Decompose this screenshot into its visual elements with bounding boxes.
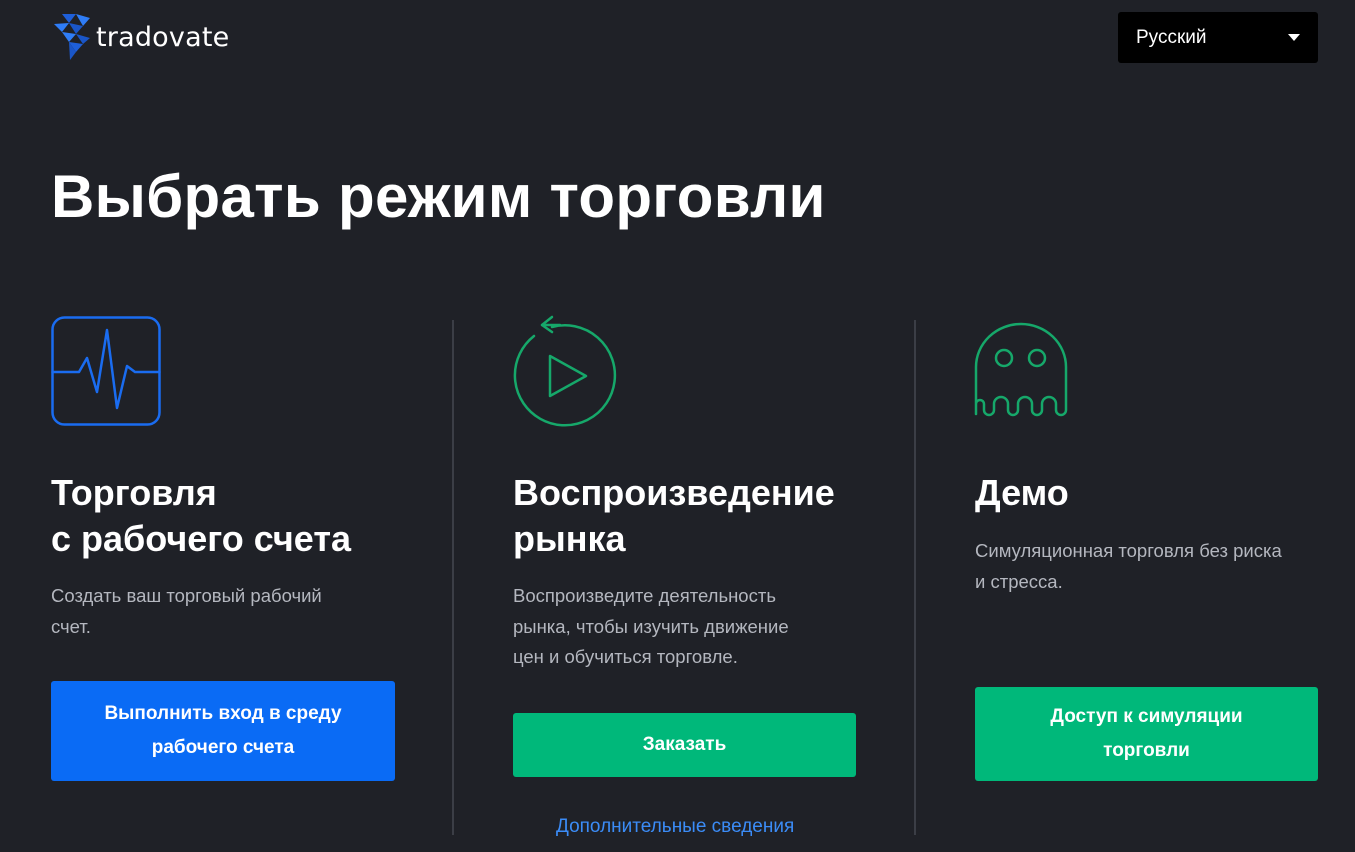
heartbeat-monitor-icon [51, 316, 161, 426]
button-label-line: торговли [1103, 740, 1190, 761]
description-line: и стресса. [975, 570, 1063, 592]
tradovate-logo[interactable]: tradovate [52, 14, 229, 60]
logo-text: tradovate [96, 21, 230, 53]
page-title: Выбрать режим торговли [51, 163, 826, 230]
simulation-access-button[interactable]: Доступ к симуляции торговли [975, 687, 1318, 781]
description-line: Создать ваш торговый рабочий [51, 585, 322, 606]
description-line: Симуляционная торговля без риска [975, 540, 1282, 561]
button-label-line: рабочего счета [151, 737, 295, 758]
demo-description: Симуляционная торговля без риска и стрес… [975, 536, 1282, 597]
live-trading-description: Создать ваш торговый рабочий счет. [51, 581, 322, 642]
tradovate-logo-icon [54, 14, 90, 60]
button-label-line: Доступ к симуляции [1050, 706, 1243, 727]
column-divider [452, 320, 454, 835]
heading-line: Воспроизведение [513, 472, 835, 513]
heading-line: Торговля [51, 472, 217, 513]
demo-heading: Демо [975, 470, 1069, 516]
description-line: рынка, чтобы изучить движение [513, 615, 789, 637]
language-selected-value: Русский [1136, 26, 1207, 48]
description-line: счет. [51, 615, 91, 637]
ghost-icon [974, 322, 1068, 417]
description-line: цен и обучиться торговле. [513, 646, 738, 667]
button-label-line: Заказать [642, 734, 727, 755]
heading-line: рынка [513, 518, 626, 559]
order-button[interactable]: Заказать [513, 713, 856, 777]
language-select[interactable]: Русский [1118, 12, 1318, 63]
live-trading-heading: Торговля с рабочего счета [51, 470, 351, 562]
column-divider [914, 320, 916, 835]
more-info-link[interactable]: Дополнительные сведения [556, 816, 794, 838]
market-replay-heading: Воспроизведение рынка [513, 470, 835, 562]
heading-line: с рабочего счета [51, 518, 351, 559]
replay-play-icon [513, 315, 617, 427]
button-label-line: Выполнить вход в среду [104, 703, 342, 724]
live-login-button[interactable]: Выполнить вход в среду рабочего счета [51, 681, 395, 781]
heading-line: Демо [975, 472, 1069, 513]
market-replay-description: Воспроизведите деятельность рынка, чтобы… [513, 581, 789, 673]
description-line: Воспроизведите деятельность [513, 585, 776, 606]
chevron-down-icon [1288, 34, 1300, 41]
